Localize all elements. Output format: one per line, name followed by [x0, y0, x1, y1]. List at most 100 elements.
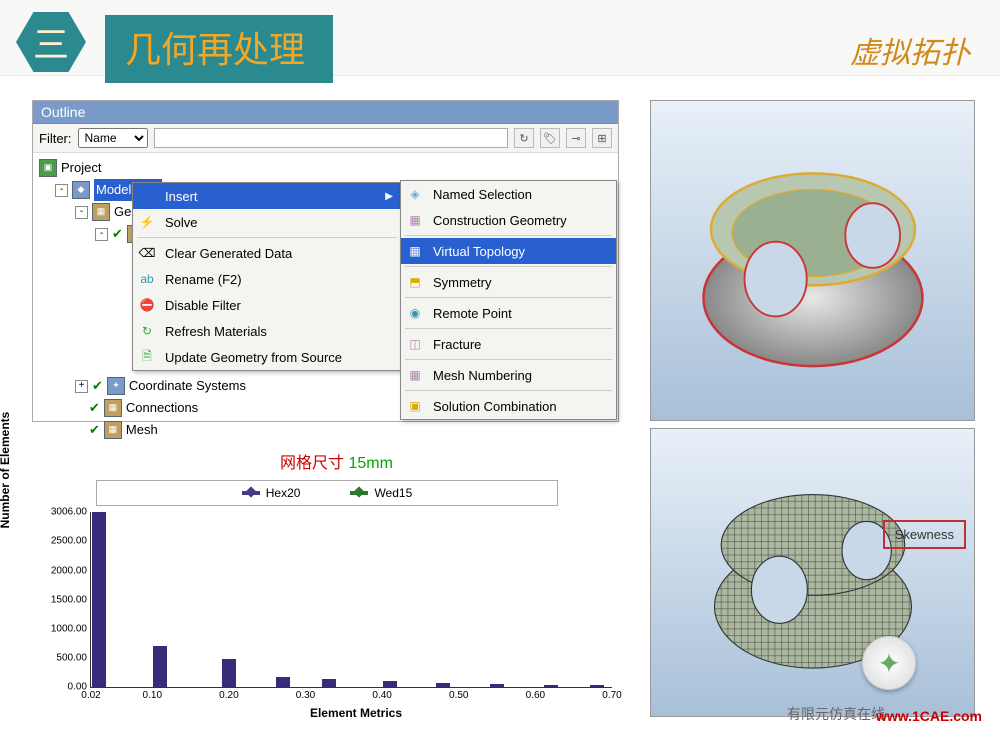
- expand-icon[interactable]: -: [95, 228, 108, 241]
- tree-mesh[interactable]: ✔▦Mesh: [39, 419, 612, 441]
- submenu-symmetry[interactable]: ⬒Symmetry: [401, 269, 616, 295]
- menu-rename[interactable]: abRename (F2): [133, 266, 401, 292]
- chevron-right-icon: ▶: [385, 191, 393, 202]
- clear-icon: ⌫: [137, 244, 157, 262]
- chart-bar: [276, 677, 290, 687]
- xtick: 0.40: [372, 687, 391, 701]
- xtick: 0.20: [219, 687, 238, 701]
- chart-plot-area: 0.00500.001000.001500.002000.002500.0030…: [90, 512, 612, 688]
- filter-collapse-icon[interactable]: ⊞: [592, 128, 612, 148]
- ytick: 1500.00: [51, 594, 91, 605]
- solution-combination-icon: ▣: [405, 397, 425, 415]
- separator: [405, 328, 612, 329]
- xtick: 0.70: [602, 687, 621, 701]
- chart-ylabel: Number of Elements: [0, 395, 12, 545]
- separator: [405, 235, 612, 236]
- chart-legend: Hex20 Wed15: [96, 480, 558, 506]
- xtick: 0.50: [449, 687, 468, 701]
- ytick: 2000.00: [51, 565, 91, 576]
- xtick: 0.10: [143, 687, 162, 701]
- ring-geometry: [687, 136, 939, 385]
- filter-type-select[interactable]: Name: [78, 128, 148, 148]
- solve-icon: ⚡: [137, 213, 157, 231]
- chart-xlabel: Element Metrics: [90, 706, 622, 720]
- filter-tag-icon[interactable]: 🏷: [540, 128, 560, 148]
- filter-label: Filter:: [39, 131, 72, 146]
- chart-bar: [92, 512, 106, 687]
- menu-clear[interactable]: ⌫Clear Generated Data: [133, 240, 401, 266]
- chart-bar: [322, 679, 336, 687]
- filter-off-icon: ⛔: [137, 296, 157, 314]
- filter-expand-icon[interactable]: ⊸: [566, 128, 586, 148]
- submenu-solution-combination[interactable]: ▣Solution Combination: [401, 393, 616, 419]
- section-subtitle: 虚拟拓扑: [850, 28, 970, 72]
- submenu-mesh-numbering[interactable]: ▦Mesh Numbering: [401, 362, 616, 388]
- submenu-named-selection[interactable]: ◈Named Selection: [401, 181, 616, 207]
- rename-icon: ab: [137, 270, 157, 288]
- section-number-hexagon: 三: [16, 12, 86, 72]
- coord-icon: ✦: [107, 377, 125, 395]
- watermark-wechat: 有限元仿真在线: [787, 704, 885, 724]
- mesh-viewport[interactable]: [650, 428, 975, 717]
- submenu-remote-point[interactable]: ◉Remote Point: [401, 300, 616, 326]
- filter-apply-icon[interactable]: ↻: [514, 128, 534, 148]
- expand-icon[interactable]: -: [55, 184, 68, 197]
- ytick: 2500.00: [51, 536, 91, 547]
- separator: [405, 359, 612, 360]
- chart-bar: [383, 681, 397, 687]
- menu-insert[interactable]: Insert▶: [133, 183, 401, 209]
- expand-icon[interactable]: -: [75, 206, 88, 219]
- xtick: 0.60: [526, 687, 545, 701]
- skewness-chart: Hex20 Wed15 0.00500.001000.001500.002000…: [32, 480, 622, 715]
- filter-row: Filter: Name ↻ 🏷 ⊸ ⊞: [33, 124, 618, 153]
- refresh-icon: ↻: [137, 322, 157, 340]
- legend-hex20: Hex20: [242, 486, 301, 500]
- watermark-url: www.1CAE.com: [876, 708, 982, 724]
- legend-swatch-purple: [242, 491, 260, 495]
- legend-wed15: Wed15: [350, 486, 412, 500]
- submenu-virtual-topology[interactable]: ▦Virtual Topology: [401, 238, 616, 264]
- geometry-viewport[interactable]: [650, 100, 975, 421]
- geometry-icon: ▦: [92, 203, 110, 221]
- submenu-fracture[interactable]: ◫Fracture: [401, 331, 616, 357]
- ytick: 3006.00: [51, 507, 91, 518]
- insert-submenu: ◈Named Selection ▦Construction Geometry …: [400, 180, 617, 420]
- chart-bar: [222, 659, 236, 687]
- chart-bar: [153, 646, 167, 687]
- xtick: 0.02: [81, 687, 100, 701]
- update-icon: 🗎: [137, 348, 157, 366]
- remote-point-icon: ◉: [405, 304, 425, 322]
- section-title: 几何再处理: [105, 15, 333, 83]
- blank-icon: [137, 187, 157, 205]
- ytick: 1000.00: [51, 623, 91, 634]
- menu-refresh-materials[interactable]: ↻Refresh Materials: [133, 318, 401, 344]
- chart-bar: [544, 685, 558, 687]
- separator: [405, 297, 612, 298]
- chart-bar: [590, 685, 604, 687]
- context-menu: Insert▶ ⚡Solve ⌫Clear Generated Data abR…: [132, 182, 402, 371]
- ytick: 500.00: [56, 652, 91, 663]
- outline-title: Outline: [33, 101, 618, 124]
- model-icon: ◆: [72, 181, 90, 199]
- submenu-construction-geometry[interactable]: ▦Construction Geometry: [401, 207, 616, 233]
- symmetry-icon: ⬒: [405, 273, 425, 291]
- project-icon: ▣: [39, 159, 57, 177]
- mesh-numbering-icon: ▦: [405, 366, 425, 384]
- legend-swatch-green: [350, 491, 368, 495]
- separator: [405, 266, 612, 267]
- tree-project[interactable]: ▣Project: [39, 157, 612, 179]
- separator: [137, 237, 397, 238]
- wechat-icon: ✦: [862, 636, 916, 690]
- mesh-size-label: 网格尺寸 15mm: [280, 449, 393, 473]
- expand-icon[interactable]: +: [75, 380, 88, 393]
- xtick: 0.30: [296, 687, 315, 701]
- chart-bar: [436, 683, 450, 687]
- virtual-topology-icon: ▦: [405, 242, 425, 260]
- menu-solve[interactable]: ⚡Solve: [133, 209, 401, 235]
- construction-icon: ▦: [405, 211, 425, 229]
- separator: [405, 390, 612, 391]
- filter-input[interactable]: [154, 128, 509, 148]
- named-selection-icon: ◈: [405, 185, 425, 203]
- menu-update-geometry[interactable]: 🗎Update Geometry from Source: [133, 344, 401, 370]
- menu-disable-filter[interactable]: ⛔Disable Filter: [133, 292, 401, 318]
